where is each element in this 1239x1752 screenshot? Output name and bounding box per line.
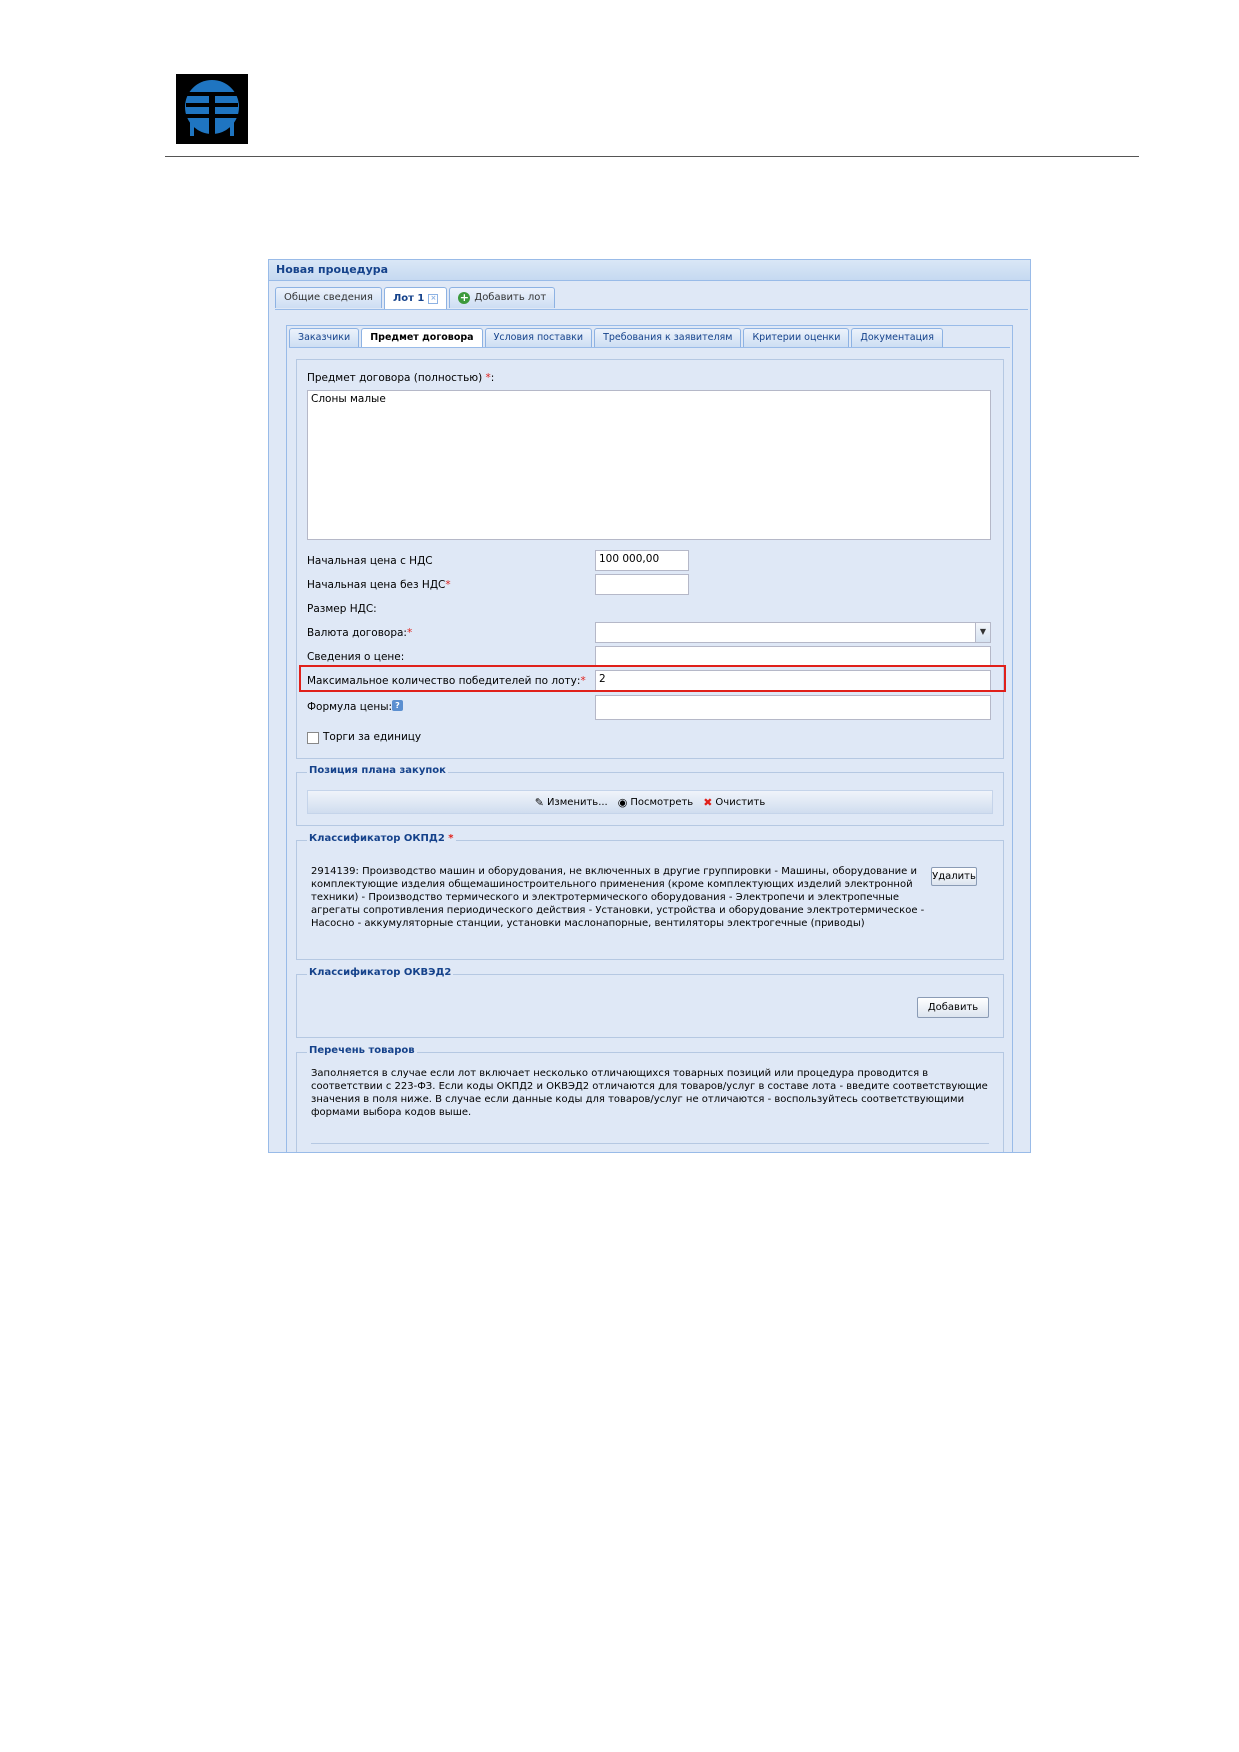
inner-tab-divider bbox=[289, 347, 1010, 348]
eye-icon: ◉ bbox=[617, 795, 628, 809]
okpd2-legend: Классификатор ОКПД2 * bbox=[307, 833, 456, 844]
tab-general-info[interactable]: Общие сведения bbox=[275, 287, 382, 308]
clear-button-label: Очистить bbox=[715, 796, 766, 808]
tab-evaluation-criteria[interactable]: Критерии оценки bbox=[743, 328, 850, 347]
price-info-label: Сведения о цене: bbox=[307, 651, 405, 663]
tab-delivery-terms[interactable]: Условия поставки bbox=[484, 328, 593, 347]
chevron-down-icon[interactable]: ▼ bbox=[975, 623, 990, 642]
help-icon[interactable]: ? bbox=[392, 700, 403, 711]
clear-button[interactable]: ✖ Очистить bbox=[703, 796, 765, 809]
inner-tab-bar: Заказчики Предмет договора Условия поста… bbox=[289, 328, 943, 347]
tab-lot-1[interactable]: Лот 1 × bbox=[383, 287, 448, 310]
edit-button[interactable]: ✎ Изменить... bbox=[535, 796, 608, 809]
price-formula-label: Формула цены: bbox=[307, 701, 393, 713]
tab-documentation[interactable]: Документация bbox=[851, 328, 943, 347]
top-tab-bar: Общие сведения Лот 1 × + Добавить лот bbox=[275, 287, 556, 310]
subject-textarea[interactable]: Слоны малые bbox=[307, 390, 991, 540]
plan-position-toolbar: ✎ Изменить... ◉ Посмотреть ✖ Очистить bbox=[307, 790, 993, 814]
plan-position-fieldset: Позиция плана закупок ✎ Изменить... ◉ Посм… bbox=[296, 765, 1004, 826]
header-rule bbox=[165, 156, 1139, 157]
lot-panel: Заказчики Предмет договора Условия поста… bbox=[286, 325, 1013, 1152]
company-logo bbox=[176, 74, 248, 144]
pencil-icon: ✎ bbox=[534, 795, 544, 809]
okpd2-fieldset: Классификатор ОКПД2 * 2914139: Производс… bbox=[296, 833, 1004, 960]
view-button-label: Посмотреть bbox=[630, 796, 694, 808]
price-with-vat-input[interactable]: 100 000,00 bbox=[595, 550, 689, 571]
tab-customers[interactable]: Заказчики bbox=[289, 328, 360, 347]
view-button[interactable]: ◉ Посмотреть bbox=[618, 796, 693, 809]
okved2-fieldset: Классификатор ОКВЭД2 Добавить bbox=[296, 967, 1004, 1038]
okpd2-text: 2914139: Производство машин и оборудован… bbox=[311, 866, 925, 929]
goods-fieldset: Перечень товаров Заполняется в случае ес… bbox=[296, 1045, 1004, 1152]
okved2-legend: Классификатор ОКВЭД2 bbox=[307, 967, 454, 978]
new-procedure-window: Новая процедура Общие сведения Лот 1 × +… bbox=[268, 259, 1031, 1153]
add-icon: + bbox=[458, 291, 471, 304]
edit-button-label: Изменить... bbox=[546, 796, 608, 808]
add-okved2-button[interactable]: Добавить bbox=[917, 997, 989, 1018]
per-unit-checkbox[interactable] bbox=[307, 732, 319, 744]
window-title: Новая процедура bbox=[269, 260, 1030, 281]
price-with-vat-label: Начальная цена с НДС bbox=[307, 555, 433, 567]
price-formula-input[interactable] bbox=[595, 695, 991, 720]
currency-label: Валюта договора:* bbox=[307, 627, 413, 639]
delete-okpd2-button[interactable]: Удалить bbox=[931, 867, 977, 886]
goods-text: Заполняется в случае если лот включает н… bbox=[311, 1068, 988, 1118]
price-info-input[interactable] bbox=[595, 646, 991, 667]
subject-label: Предмет договора (полностью) *: bbox=[307, 372, 495, 384]
plan-position-legend: Позиция плана закупок bbox=[307, 765, 448, 776]
tab-add-lot[interactable]: + Добавить лот bbox=[449, 287, 556, 308]
currency-combobox[interactable]: ▼ bbox=[595, 622, 991, 643]
tab-add-lot-label: Добавить лот bbox=[474, 292, 547, 303]
price-without-vat-label: Начальная цена без НДС* bbox=[307, 579, 451, 591]
tab-contract-subject[interactable]: Предмет договора bbox=[361, 328, 483, 347]
tab-strip-divider bbox=[275, 309, 1028, 310]
per-unit-label: Торги за единицу bbox=[323, 731, 422, 743]
goods-legend: Перечень товаров bbox=[307, 1045, 417, 1056]
max-winners-highlight bbox=[299, 665, 1006, 692]
goods-grid-top bbox=[311, 1143, 989, 1144]
clear-icon: ✖ bbox=[703, 795, 713, 809]
tab-requirements[interactable]: Требования к заявителям bbox=[594, 328, 742, 347]
price-without-vat-input[interactable] bbox=[595, 574, 689, 595]
close-icon[interactable]: × bbox=[428, 294, 439, 304]
tab-general-info-label: Общие сведения bbox=[284, 292, 373, 303]
vat-size-label: Размер НДС: bbox=[307, 603, 377, 615]
tab-lot-1-label: Лот 1 bbox=[392, 293, 425, 304]
contract-subject-form: Предмет договора (полностью) *: Слоны ма… bbox=[296, 359, 1004, 759]
